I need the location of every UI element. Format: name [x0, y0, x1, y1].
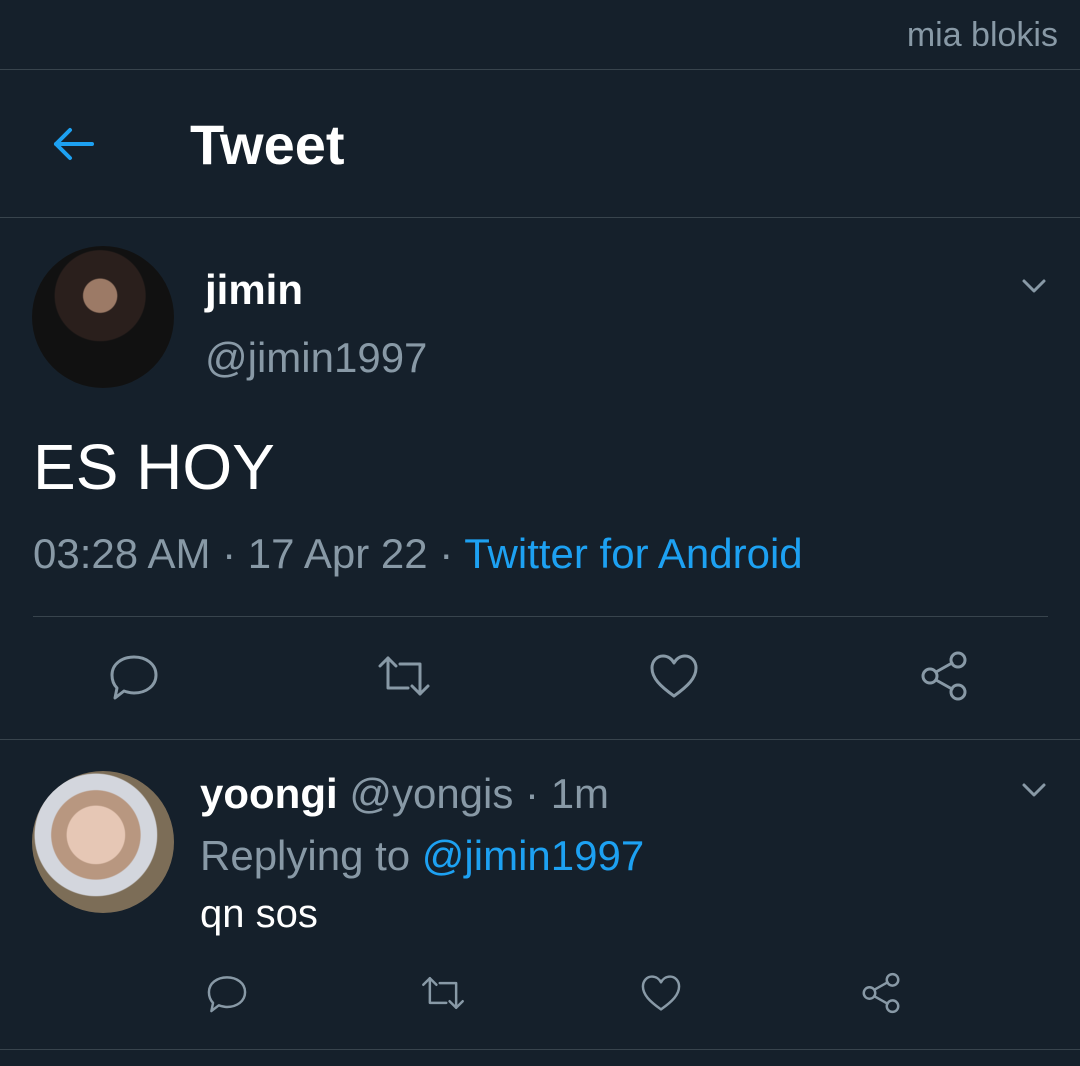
watermark: mia blokis: [906, 16, 1058, 54]
reply-age: 1m: [550, 770, 610, 817]
meta-divider: [33, 616, 1048, 617]
share-icon: [862, 972, 900, 1014]
chevron-down-icon: [1022, 783, 1046, 797]
page-title: Tweet: [190, 113, 345, 176]
reply-text: qn sos: [200, 892, 318, 936]
tweet-date: 17 Apr 22: [247, 530, 428, 577]
retweet-icon: [378, 656, 430, 696]
tweet-divider: [0, 739, 1080, 740]
reply-button[interactable]: [106, 648, 162, 704]
reply-header: yoongi @yongis · 1m: [200, 770, 610, 817]
retweet-button[interactable]: [376, 648, 432, 704]
reply-menu-button[interactable]: [1016, 772, 1052, 808]
tweet-source-link[interactable]: Twitter for Android: [464, 530, 802, 577]
author-name[interactable]: jimin: [205, 266, 303, 314]
reply-icon: [110, 655, 158, 700]
chevron-down-icon: [1022, 279, 1046, 293]
top-divider: [0, 69, 1080, 70]
share-button[interactable]: [916, 648, 972, 704]
tweet-meta: 03:28 AM · 17 Apr 22 · Twitter for Andro…: [33, 530, 803, 577]
retweet-icon: [422, 976, 464, 1010]
header-divider: [0, 217, 1080, 218]
tweet-time: 03:28 AM: [33, 530, 211, 577]
reply-share-button[interactable]: [858, 970, 904, 1016]
avatar[interactable]: [32, 246, 174, 388]
replying-to: Replying to @jimin1997: [200, 832, 645, 879]
reply-author-name[interactable]: yoongi: [200, 770, 338, 817]
like-icon: [641, 975, 681, 1011]
reply-reply-button[interactable]: [204, 970, 250, 1016]
back-button[interactable]: [50, 120, 98, 168]
tweet-text: ES HOY: [33, 431, 275, 503]
reply-divider: [0, 1049, 1080, 1050]
author-handle[interactable]: @jimin1997: [205, 334, 427, 382]
share-icon: [921, 651, 967, 701]
reply-avatar[interactable]: [32, 771, 174, 913]
reply-retweet-button[interactable]: [420, 970, 466, 1016]
like-icon: [650, 654, 698, 698]
reply-author-handle[interactable]: @yongis: [349, 770, 513, 817]
reply-like-button[interactable]: [638, 970, 684, 1016]
tweet-menu-button[interactable]: [1016, 268, 1052, 304]
replying-to-link[interactable]: @jimin1997: [422, 832, 644, 879]
back-arrow-icon: [54, 128, 94, 160]
reply-icon: [207, 976, 247, 1013]
like-button[interactable]: [646, 648, 702, 704]
